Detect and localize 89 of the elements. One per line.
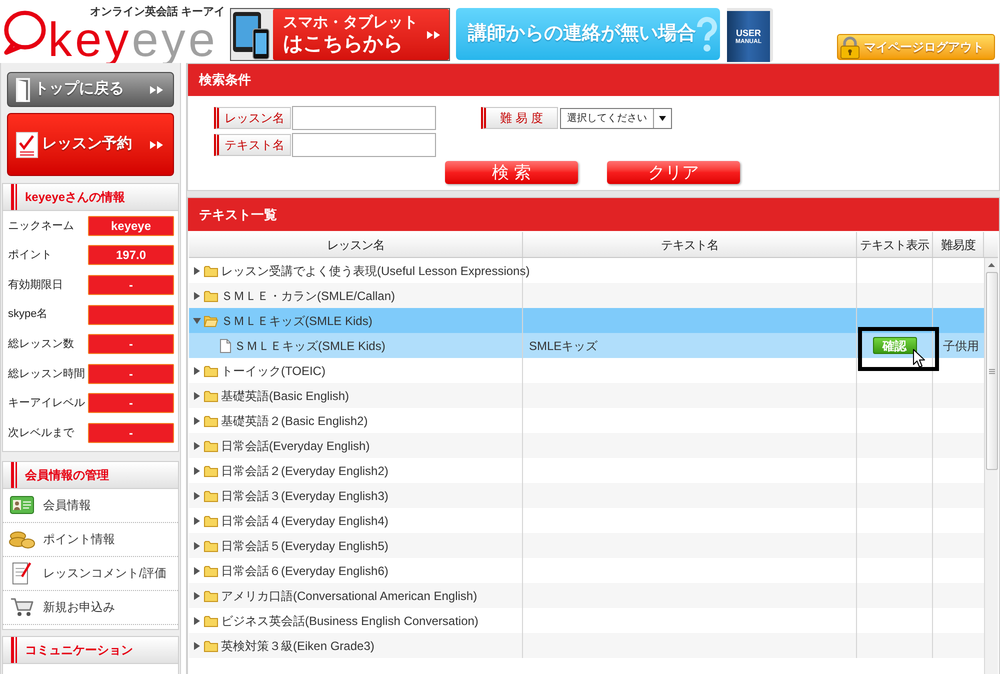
column-header: レッスン名 xyxy=(189,232,523,257)
dropdown-arrow-icon xyxy=(659,116,666,120)
profile-label: 次レベルまで xyxy=(8,426,74,441)
lesson-name: ＳＭＬＥ・カラン(SMLE/Callan) xyxy=(221,288,396,304)
id-card-icon xyxy=(10,496,34,514)
lesson-name: ビジネス英会話(Business English Conversation) xyxy=(221,612,478,630)
search-input[interactable] xyxy=(292,133,436,157)
logo-wordmark: keyeye xyxy=(48,18,218,63)
panel-title: テキスト一覧 xyxy=(199,206,277,224)
profile-label: ポイント xyxy=(8,248,52,264)
profile-label: ニックネーム xyxy=(8,218,74,234)
difficulty-label: 子供用 xyxy=(943,338,979,354)
difficulty-select[interactable]: 選択してください xyxy=(560,108,672,128)
lesson-name: 日常会話６(Everyday English6) xyxy=(221,562,388,580)
profile-label: 有効期限日 xyxy=(8,278,63,293)
smartphone-tablet-banner[interactable]: スマホ・タブレット はこちらから xyxy=(230,8,450,61)
profile-value: 197.0 xyxy=(88,245,174,266)
padlock-icon xyxy=(840,36,860,58)
mouse-pointer-icon xyxy=(913,349,925,368)
lesson-name: 基礎英語(Basic English) xyxy=(221,388,350,404)
column-header: 難易度 xyxy=(933,232,984,257)
tree-row[interactable]: 日常会話５(Everyday English5) xyxy=(189,533,984,558)
profile-value: - xyxy=(88,364,174,384)
profile-label: 総レッスン数 xyxy=(8,336,74,352)
profile-value: - xyxy=(88,422,174,443)
document-icon xyxy=(220,338,231,352)
double-arrow-icon xyxy=(150,140,163,148)
lesson-name: 英検対策３級(Eiken Grade3) xyxy=(221,638,374,654)
coins-icon xyxy=(9,529,35,550)
lesson-name: トーイック(TOEIC) xyxy=(221,362,326,380)
scroll-up-icon[interactable] xyxy=(988,263,995,267)
tree-row[interactable]: ＳＭＬＥキッズ(SMLE Kids) xyxy=(189,308,984,333)
profile-label: skype名 xyxy=(8,307,48,322)
text-name: SMLEキッズ xyxy=(529,338,598,354)
lesson-name: 日常会話２(Everyday English2) xyxy=(221,462,388,480)
tree-row[interactable]: 英検対策３級(Eiken Grade3) xyxy=(189,633,984,658)
tree-row[interactable]: 基礎英語(Basic English) xyxy=(189,383,984,408)
logo-tagline: オンライン英会話 キーアイ xyxy=(90,6,225,18)
scrollbar-thumb[interactable] xyxy=(986,272,998,470)
tree-row[interactable]: 日常会話３(Everyday English3) xyxy=(189,483,984,508)
lesson-booking-button[interactable]: レッスン予約 xyxy=(7,113,174,176)
speech-bubble-icon xyxy=(2,10,46,55)
section-title: keyeyeさんの情報 xyxy=(25,189,126,206)
panel-title: 検索条件 xyxy=(199,71,251,90)
lesson-name: 基礎英語２(Basic English2) xyxy=(221,412,368,430)
double-arrow-icon xyxy=(427,30,440,38)
field-label: レッスン名 xyxy=(214,107,291,129)
profile-label: キーアイレベル xyxy=(8,396,85,412)
memo-pen-icon xyxy=(12,561,32,586)
field-label: 難 易 度 xyxy=(481,107,558,129)
lesson-name: アメリカ口語(Conversational American English) xyxy=(221,588,478,604)
section-marker-icon xyxy=(11,462,17,488)
profile-value: - xyxy=(88,334,174,354)
checklist-icon xyxy=(16,132,38,158)
grip-icon xyxy=(988,368,994,374)
section-marker-icon xyxy=(11,636,17,663)
tree-row[interactable]: ＳＭＬＥ・カラン(SMLE/Callan) xyxy=(189,283,984,308)
tree-row[interactable]: ＳＭＬＥキッズ(SMLE Kids) SMLEキッズ 確認 子供用 xyxy=(189,333,984,358)
search-input[interactable] xyxy=(292,106,436,130)
section-marker-icon xyxy=(11,184,17,210)
lesson-name: 日常会話５(Everyday English5) xyxy=(221,538,388,554)
double-arrow-icon xyxy=(150,86,163,94)
section-title: 会員情報の管理 xyxy=(25,466,109,484)
profile-value: keyeye xyxy=(88,216,174,236)
menu-item[interactable]: 会員情報 xyxy=(3,488,178,523)
door-icon xyxy=(16,78,30,102)
menu-item[interactable]: レッスンコメント/評価 xyxy=(3,556,178,591)
menu-item[interactable]: 新規お申込み xyxy=(3,590,178,625)
question-mark-icon xyxy=(696,16,718,52)
lesson-name: レッスン受講でよく使う表現(Useful Lesson Expressions) xyxy=(221,262,530,280)
column-header: テキスト名 xyxy=(523,232,857,257)
lesson-name: 日常会話(Everyday English) xyxy=(221,438,370,454)
tree-row[interactable]: 日常会話(Everyday English) xyxy=(189,433,984,458)
menu-item[interactable]: ポイント情報 xyxy=(3,522,178,557)
profile-value: - xyxy=(88,274,174,295)
shopping-cart-icon xyxy=(10,597,34,618)
section-title: コミュニケーション xyxy=(25,642,133,659)
clear-button[interactable]: クリア xyxy=(607,161,740,184)
field-label: テキスト名 xyxy=(214,134,291,156)
lesson-name: 日常会話４(Everyday English4) xyxy=(221,512,388,530)
lesson-name: ＳＭＬＥキッズ(SMLE Kids) xyxy=(234,338,386,354)
column-header: テキスト表示 xyxy=(857,232,933,257)
lesson-name: 日常会話３(Everyday English3) xyxy=(221,488,388,504)
lesson-name: ＳＭＬＥキッズ(SMLE Kids) xyxy=(221,312,372,330)
profile-label: 総レッスン時間 xyxy=(8,366,85,382)
tree-row[interactable]: アメリカ口語(Conversational American English) xyxy=(189,583,984,608)
back-to-top-button[interactable]: トップに戻る xyxy=(7,72,174,107)
search-button[interactable]: 検 索 xyxy=(445,161,578,184)
profile-value: - xyxy=(88,393,174,414)
